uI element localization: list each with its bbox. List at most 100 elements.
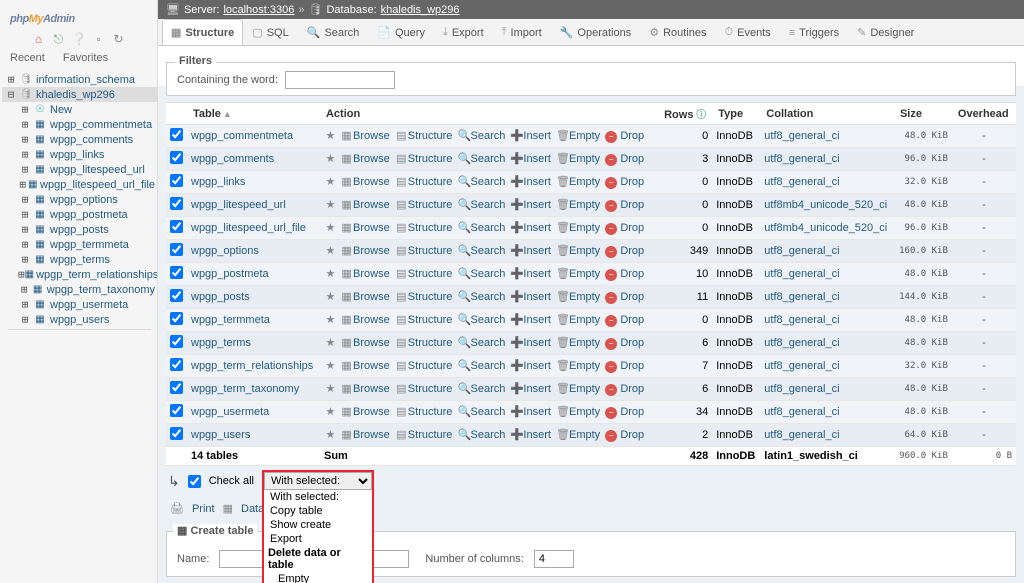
empty-link[interactable]: Empty (569, 245, 600, 257)
empty-link[interactable]: Empty (569, 406, 600, 418)
tree-item-wpgp_termmeta[interactable]: ⊞wpgp_termmeta (16, 237, 157, 252)
search-link[interactable]: Search (471, 291, 506, 303)
expand-icon[interactable]: ⊞ (18, 163, 32, 176)
table-name-link[interactable]: wpgp_litespeed_url (191, 199, 286, 211)
tab-sql[interactable]: ▢SQL (243, 19, 297, 45)
tab-routines[interactable]: ⚙Routines (640, 19, 715, 45)
tab-designer[interactable]: ✎Designer (848, 19, 923, 45)
tab-operations[interactable]: 🔧Operations (551, 19, 641, 45)
expand-icon[interactable]: ⊞ (18, 193, 32, 206)
empty-link[interactable]: Empty (569, 268, 600, 280)
drop-link[interactable]: Drop (620, 245, 644, 257)
dropdown-item[interactable]: With selected: (264, 490, 372, 504)
tab-favorites[interactable]: Favorites (63, 52, 108, 64)
structure-link[interactable]: Structure (408, 245, 453, 257)
structure-link[interactable]: Structure (408, 383, 453, 395)
empty-link[interactable]: Empty (569, 383, 600, 395)
browse-link[interactable]: Browse (353, 245, 390, 257)
favorite-icon[interactable]: ★ (324, 428, 337, 441)
empty-link[interactable]: Empty (569, 360, 600, 372)
search-link[interactable]: Search (471, 245, 506, 257)
table-name-link[interactable]: wpgp_links (191, 176, 245, 188)
with-selected-select[interactable]: With selected: (264, 472, 372, 490)
table-name-link[interactable]: wpgp_term_relationships (191, 360, 313, 372)
sql-icon[interactable]: ▫ (92, 32, 106, 46)
browse-link[interactable]: Browse (353, 383, 390, 395)
dropdown-item[interactable]: Show create (264, 518, 372, 532)
empty-link[interactable]: Empty (569, 222, 600, 234)
expand-icon[interactable]: ⊞ (18, 313, 32, 326)
empty-link[interactable]: Empty (569, 176, 600, 188)
dropdown-item[interactable]: Empty (264, 572, 372, 583)
drop-link[interactable]: Drop (620, 176, 644, 188)
browse-link[interactable]: Browse (353, 153, 390, 165)
structure-link[interactable]: Structure (408, 153, 453, 165)
expand-icon[interactable]: ⊟ (4, 88, 18, 101)
reload-icon[interactable]: ↻ (112, 32, 126, 46)
browse-link[interactable]: Browse (353, 291, 390, 303)
tree-item-wpgp_term_taxonomy[interactable]: ⊞wpgp_term_taxonomy (16, 282, 157, 297)
tab-events[interactable]: ⏱Events (716, 19, 780, 45)
table-name-link[interactable]: wpgp_usermeta (191, 406, 269, 418)
insert-link[interactable]: Insert (523, 245, 551, 257)
table-name-link[interactable]: wpgp_options (191, 245, 259, 257)
structure-link[interactable]: Structure (408, 429, 453, 441)
empty-link[interactable]: Empty (569, 130, 600, 142)
tab-recent[interactable]: Recent (10, 52, 45, 64)
structure-link[interactable]: Structure (408, 360, 453, 372)
search-link[interactable]: Search (471, 337, 506, 349)
insert-link[interactable]: Insert (523, 268, 551, 280)
search-link[interactable]: Search (471, 429, 506, 441)
favorite-icon[interactable]: ★ (324, 382, 337, 395)
tree-item-wpgp_links[interactable]: ⊞wpgp_links (16, 147, 157, 162)
browse-link[interactable]: Browse (353, 429, 390, 441)
dropdown-item[interactable]: Export (264, 532, 372, 546)
browse-link[interactable]: Browse (353, 337, 390, 349)
search-link[interactable]: Search (471, 199, 506, 211)
empty-link[interactable]: Empty (569, 291, 600, 303)
docs-icon[interactable]: ❔ (72, 32, 86, 46)
structure-link[interactable]: Structure (408, 291, 453, 303)
dropdown-item[interactable]: Copy table (264, 504, 372, 518)
favorite-icon[interactable]: ★ (324, 313, 337, 326)
search-link[interactable]: Search (471, 176, 506, 188)
search-link[interactable]: Search (471, 222, 506, 234)
row-checkbox[interactable] (170, 220, 183, 233)
expand-icon[interactable]: ⊞ (18, 283, 30, 296)
row-checkbox[interactable] (170, 151, 183, 164)
tree-item-wpgp_postmeta[interactable]: ⊞wpgp_postmeta (16, 207, 157, 222)
empty-link[interactable]: Empty (569, 337, 600, 349)
drop-link[interactable]: Drop (620, 429, 644, 441)
insert-link[interactable]: Insert (523, 360, 551, 372)
tree-item-wpgp_users[interactable]: ⊞wpgp_users (16, 312, 157, 327)
expand-icon[interactable]: ⊞ (18, 238, 32, 251)
th-overhead[interactable]: Overhead (952, 103, 1016, 125)
drop-link[interactable]: Drop (620, 360, 644, 372)
table-name-link[interactable]: wpgp_postmeta (191, 268, 269, 280)
favorite-icon[interactable]: ★ (324, 267, 337, 280)
drop-link[interactable]: Drop (620, 383, 644, 395)
structure-link[interactable]: Structure (408, 176, 453, 188)
tree-db-information_schema[interactable]: ⊞information_schema (2, 72, 157, 87)
insert-link[interactable]: Insert (523, 176, 551, 188)
tab-import[interactable]: ⤒Import (493, 19, 551, 45)
insert-link[interactable]: Insert (523, 429, 551, 441)
breadcrumb-db[interactable]: khaledis_wp296 (381, 4, 460, 16)
th-table[interactable]: Table▲ (187, 103, 320, 125)
search-link[interactable]: Search (471, 153, 506, 165)
tree-item-wpgp_term_relationships[interactable]: ⊞wpgp_term_relationships (16, 267, 157, 282)
structure-link[interactable]: Structure (408, 222, 453, 234)
expand-icon[interactable]: ⊞ (18, 133, 32, 146)
drop-link[interactable]: Drop (620, 291, 644, 303)
drop-link[interactable]: Drop (620, 268, 644, 280)
favorite-icon[interactable]: ★ (324, 290, 337, 303)
table-name-link[interactable]: wpgp_terms (191, 337, 251, 349)
drop-link[interactable]: Drop (620, 314, 644, 326)
breadcrumb-server[interactable]: localhost:3306 (223, 4, 294, 16)
favorite-icon[interactable]: ★ (324, 244, 337, 257)
row-checkbox[interactable] (170, 335, 183, 348)
table-name-link[interactable]: wpgp_term_taxonomy (191, 383, 299, 395)
favorite-icon[interactable]: ★ (324, 336, 337, 349)
th-type[interactable]: Type (712, 103, 760, 125)
expand-icon[interactable]: ⊞ (18, 298, 32, 311)
